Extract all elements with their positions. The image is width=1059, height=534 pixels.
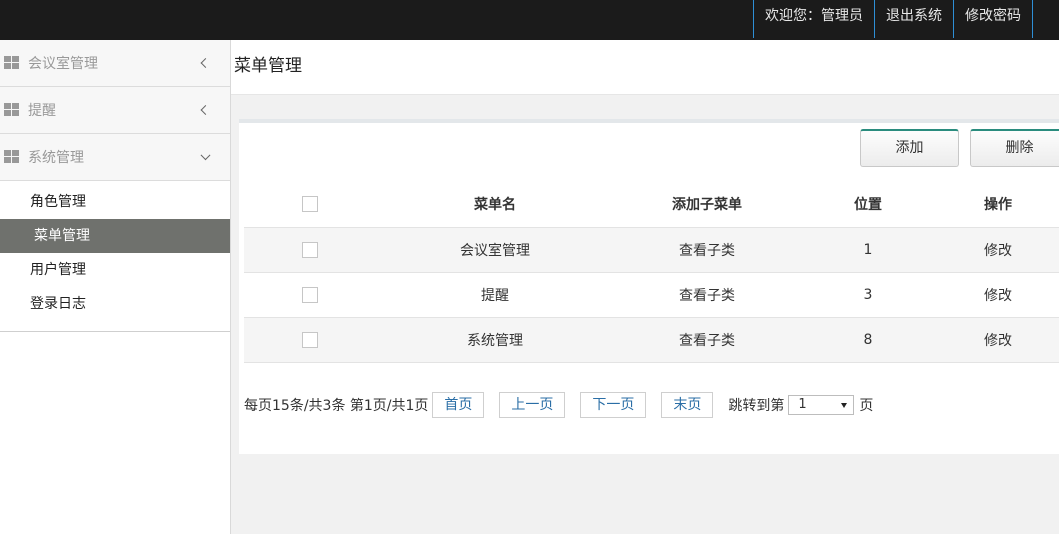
pagination-info: 每页15条/共3条 第1页/共1页 [244, 398, 429, 414]
chevron-left-icon [200, 58, 211, 68]
edit-link[interactable]: 修改 [936, 316, 1059, 363]
column-header: 菜单名 [474, 196, 516, 213]
sidebar-item-roles[interactable]: 角色管理 [0, 185, 230, 219]
last-page-button[interactable]: 末页 [661, 392, 714, 418]
delete-button[interactable]: 删除 [970, 129, 1059, 167]
sidebar-group-meeting-room[interactable]: 会议室管理 [0, 40, 230, 87]
table-row: 系统管理 查看子类 8 修改 [244, 316, 1059, 363]
view-children-link[interactable]: 查看子类 [614, 316, 800, 363]
content-panel: 添加 删除 菜单名 添加子菜单 位置 操作 会议室管理 查看子类 1 修改 提醒… [239, 119, 1059, 454]
position-cell: 1 [800, 226, 936, 272]
column-header: 操作 [984, 196, 1012, 213]
sidebar: 会议室管理 提醒 系统管理 角色管理 菜单管理 用户管理 登录日志 [0, 40, 231, 534]
position-cell: 3 [800, 271, 936, 317]
sidebar-item-users[interactable]: 用户管理 [0, 253, 230, 287]
welcome-text: 欢迎您：管理员 [753, 0, 874, 38]
view-children-link[interactable]: 查看子类 [614, 226, 800, 272]
table-row: 提醒 查看子类 3 修改 [244, 271, 1059, 317]
page-jump-select[interactable]: 1 [788, 395, 855, 415]
chevron-left-icon [200, 105, 211, 115]
grid-icon [4, 103, 19, 117]
grid-icon [4, 56, 19, 70]
edit-link[interactable]: 修改 [936, 271, 1059, 317]
position-cell: 8 [800, 316, 936, 363]
next-page-button[interactable]: 下一页 [580, 392, 647, 418]
sidebar-item-menus[interactable]: 菜单管理 [0, 219, 230, 253]
jump-prefix: 跳转到第 [728, 398, 785, 414]
column-header: 添加子菜单 [672, 196, 742, 213]
column-header: 位置 [854, 196, 882, 213]
table-header-row: 菜单名 添加子菜单 位置 操作 [244, 181, 1059, 227]
page-title: 菜单管理 [231, 40, 1059, 95]
menu-name-cell: 提醒 [376, 271, 614, 317]
page-jump-value: 1 [798, 397, 807, 412]
prev-page-button[interactable]: 上一页 [499, 392, 566, 418]
sidebar-group-system[interactable]: 系统管理 [0, 134, 230, 181]
change-password-link[interactable]: 修改密码 [953, 0, 1033, 38]
menu-name-cell: 会议室管理 [376, 226, 614, 272]
sidebar-submenu: 角色管理 菜单管理 用户管理 登录日志 [0, 181, 230, 332]
main-content: 菜单管理 添加 删除 菜单名 添加子菜单 位置 操作 会议室管理 查看子类 1 … [231, 40, 1059, 534]
add-button[interactable]: 添加 [860, 129, 959, 167]
dropdown-arrow-icon [841, 403, 848, 408]
first-page-button[interactable]: 首页 [432, 392, 485, 418]
sidebar-group-label: 系统管理 [28, 150, 84, 166]
menu-name-cell: 系统管理 [376, 316, 614, 363]
menu-table: 菜单名 添加子菜单 位置 操作 会议室管理 查看子类 1 修改 提醒 查看子类 … [244, 181, 1059, 363]
select-all-cell [244, 181, 376, 227]
sidebar-group-reminder[interactable]: 提醒 [0, 87, 230, 134]
grid-icon [4, 150, 19, 164]
view-children-link[interactable]: 查看子类 [614, 271, 800, 317]
row-checkbox[interactable] [302, 331, 318, 348]
select-all-checkbox[interactable] [302, 195, 318, 212]
sidebar-group-label: 会议室管理 [28, 56, 98, 72]
top-nav: 欢迎您：管理员 退出系统 修改密码 [753, 0, 1033, 38]
top-bar: 欢迎您：管理员 退出系统 修改密码 [0, 0, 1059, 40]
chevron-down-icon [200, 150, 211, 161]
jump-suffix: 页 [859, 398, 874, 414]
row-checkbox[interactable] [302, 241, 318, 258]
logout-link[interactable]: 退出系统 [874, 0, 953, 38]
sidebar-item-login-log[interactable]: 登录日志 [0, 287, 230, 321]
toolbar: 添加 删除 [860, 129, 1059, 167]
sidebar-group-label: 提醒 [28, 103, 56, 119]
table-row: 会议室管理 查看子类 1 修改 [244, 226, 1059, 272]
edit-link[interactable]: 修改 [936, 226, 1059, 272]
row-checkbox[interactable] [302, 286, 318, 303]
pagination: 每页15条/共3条 第1页/共1页 首页 上一页 下一页 末页 跳转到第 1 页 [244, 392, 873, 418]
